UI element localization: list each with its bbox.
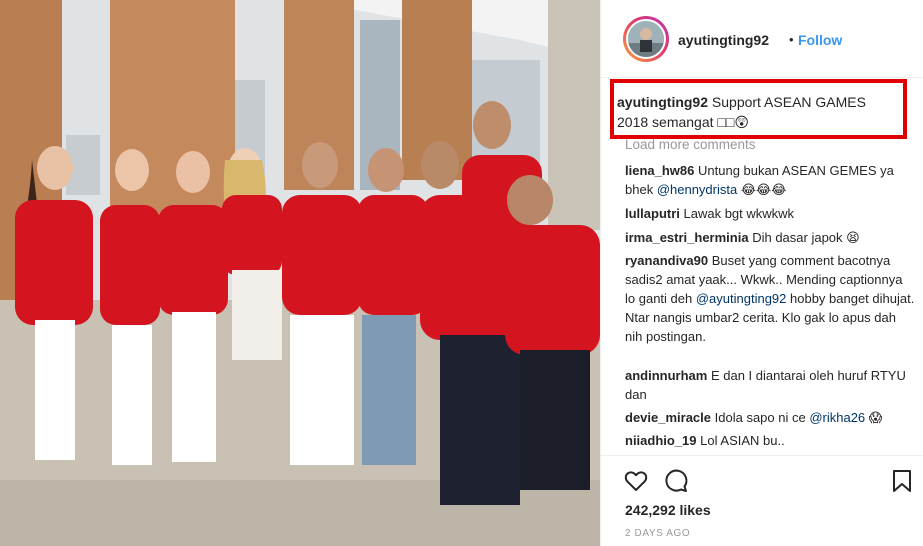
comment-username-link[interactable]: devie_miracle <box>625 410 711 425</box>
post-actions: 242,292 likes 2 DAYS AGO <box>601 455 923 546</box>
comment-mention-link[interactable]: @ayutingting92 <box>696 291 787 306</box>
comment-username-link[interactable]: niiadhio_19 <box>625 433 697 448</box>
comment-item: devie_miracle Idola sapo ni ce @rikha26 … <box>625 408 915 427</box>
comment-text: Dih dasar japok 😫 <box>752 230 860 245</box>
comment-username-link[interactable]: andinnurham <box>625 368 707 383</box>
group-photo-image <box>0 0 600 546</box>
comment-text-tail: 😱 <box>865 410 883 425</box>
comment-username-link[interactable]: lullaputri <box>625 206 680 221</box>
comment-item: irma_estri_herminia Dih dasar japok 😫 <box>625 228 915 247</box>
comment-text: Idola sapo ni ce <box>714 410 810 425</box>
post-header: ayutingting92 • Follow <box>601 0 923 78</box>
avatar-image <box>626 19 666 59</box>
comment-mention-link[interactable]: @rikha26 <box>809 410 865 425</box>
comment-username-link[interactable]: liena_hw86 <box>625 163 694 178</box>
comment-item: niiadhio_19 Lol ASIAN bu.. <box>625 431 915 450</box>
post-timestamp: 2 DAYS AGO <box>625 528 691 539</box>
post-side-panel: ayutingting92 • Follow ayutingting92 Sup… <box>600 0 923 546</box>
caption-username-link[interactable]: ayutingting92 <box>617 94 708 110</box>
comment-icon[interactable] <box>663 468 689 494</box>
comment-text: Lol ASIAN bu.. <box>700 433 785 448</box>
follow-button[interactable]: Follow <box>798 32 842 48</box>
avatar[interactable] <box>623 16 669 62</box>
post-photo[interactable] <box>0 0 600 546</box>
comment-username-link[interactable]: irma_estri_herminia <box>625 230 749 245</box>
comment-mention-link[interactable]: @hennydrista <box>657 182 737 197</box>
comments-list[interactable]: ayutingting92 Support ASEAN GAMES 2018 s… <box>601 79 923 455</box>
comment-item: andinnurham E dan I diantarai oleh huruf… <box>625 366 915 404</box>
comment-item: lullaputri Lawak bgt wkwkwk <box>625 204 915 223</box>
load-more-comments-link[interactable]: Load more comments <box>625 137 756 152</box>
comment-item: ryanandiva90 Buset yang comment bacotnya… <box>625 251 915 346</box>
comment-text-tail: 😂😂😂 <box>737 182 787 197</box>
comment-text: Lawak bgt wkwkwk <box>683 206 795 221</box>
comment-item: liena_hw86 Untung bukan ASEAN GEMES ya b… <box>625 161 915 199</box>
header-separator: • <box>789 32 794 47</box>
heart-icon[interactable] <box>623 468 649 494</box>
post-caption: ayutingting92 Support ASEAN GAMES 2018 s… <box>617 92 887 132</box>
header-username-link[interactable]: ayutingting92 <box>678 32 769 48</box>
likes-count[interactable]: 242,292 likes <box>625 502 711 518</box>
bookmark-icon[interactable] <box>889 468 915 494</box>
comment-username-link[interactable]: ryanandiva90 <box>625 253 708 268</box>
